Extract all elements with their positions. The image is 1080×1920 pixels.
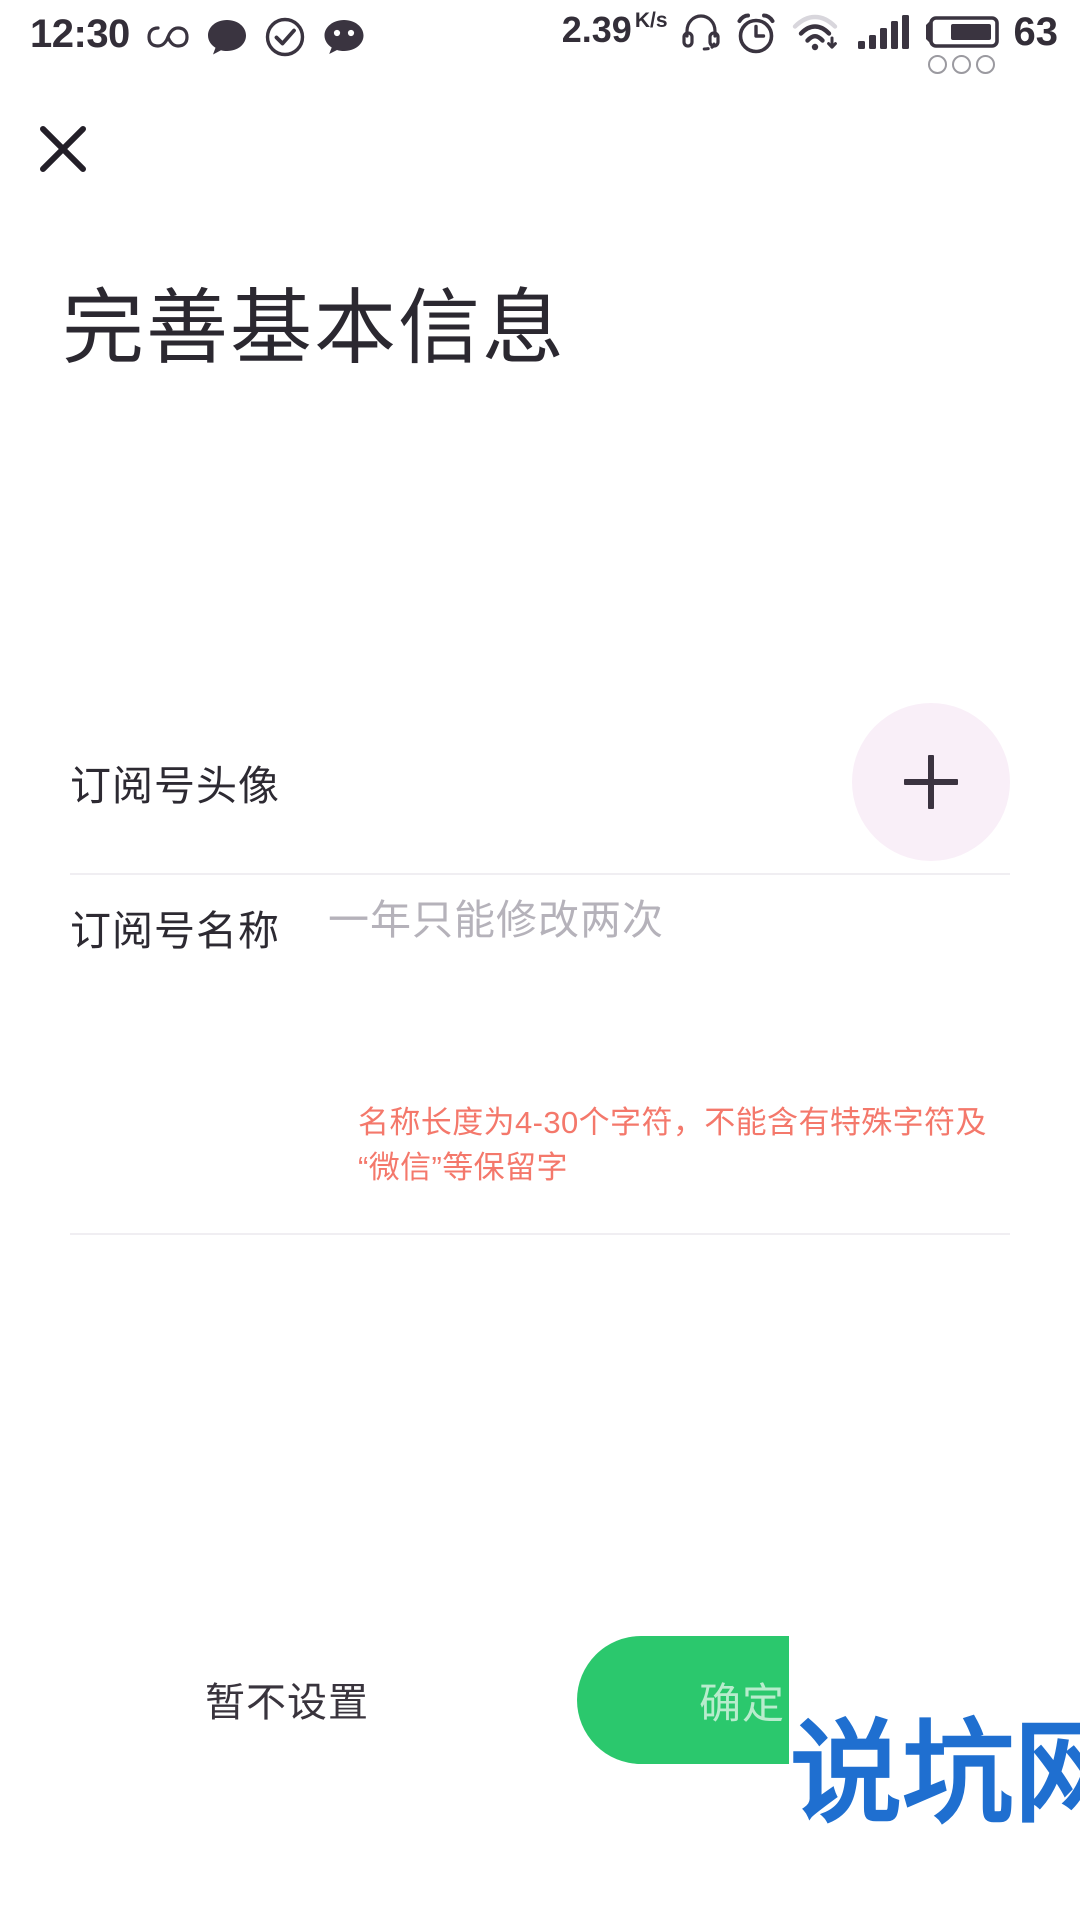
check-circle-icon: [264, 16, 306, 58]
battery-dots-indicator: [928, 55, 995, 74]
headset-icon: [681, 12, 720, 52]
wechat-icon: [322, 17, 366, 57]
battery-percent-label: 63: [1013, 10, 1059, 54]
network-speed: 2.39 K/s: [561, 9, 668, 50]
battery-icon: [924, 12, 1000, 52]
subscription-name-input[interactable]: [328, 897, 888, 944]
close-icon: [35, 121, 91, 182]
network-speed-value: 2.39: [561, 9, 632, 50]
infinity-icon: [146, 22, 190, 52]
status-clock: 12:30: [30, 12, 130, 56]
battery-dot: [952, 55, 971, 74]
plus-icon: [904, 754, 958, 809]
message-bubble-icon: [206, 17, 248, 57]
battery-dot: [928, 55, 947, 74]
footer-actions: 暂不设置 确定: [0, 1636, 1080, 1776]
profile-form: 订阅号头像 订阅号名称: [0, 690, 1080, 999]
avatar-row[interactable]: 订阅号头像: [0, 690, 1080, 873]
avatar-upload-button[interactable]: [852, 702, 1010, 861]
status-bar-right: 2.39 K/s 63: [562, 6, 1058, 76]
avatar-row-label: 订阅号头像: [70, 762, 280, 809]
confirm-button[interactable]: 确定: [577, 1636, 789, 1764]
confirm-button-label: 确定: [698, 1679, 785, 1727]
status-bar: 12:30 2.39 K/s 63: [0, 0, 1080, 78]
wifi-download-icon: [792, 12, 842, 54]
alarm-clock-icon: [734, 12, 778, 56]
battery-indicator: [924, 12, 1000, 74]
name-validation-error: 名称长度为4-30个字符，不能含有特殊字符及“微信”等保留字: [358, 1105, 987, 1185]
name-row-label: 订阅号名称: [70, 908, 280, 954]
cellular-signal-icon: [856, 12, 910, 54]
page-title: 完善基本信息: [62, 283, 567, 374]
name-row[interactable]: 订阅号名称: [0, 873, 1080, 999]
network-speed-unit: K/s: [634, 9, 668, 32]
battery-dot: [976, 55, 995, 74]
close-button[interactable]: [28, 116, 98, 186]
divider-name: [70, 1233, 1010, 1235]
divider-avatar: [70, 873, 1010, 875]
skip-button[interactable]: 暂不设置: [205, 1670, 369, 1728]
status-bar-left: 12:30: [30, 6, 366, 62]
